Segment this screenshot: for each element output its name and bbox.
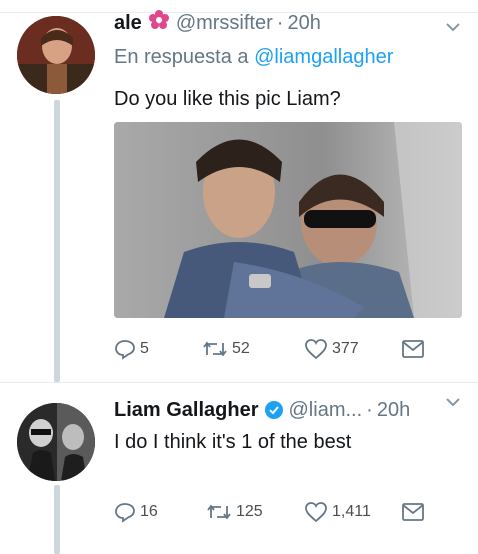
tweet-photo[interactable] <box>114 122 462 318</box>
separator-dot: · <box>366 398 373 421</box>
tweet-header: ale @mrssifter · 20h <box>114 8 464 38</box>
tweet-reply-question[interactable]: ale @mrssifter · 20h En respuesta a @lia… <box>0 10 478 382</box>
dm-envelope-icon <box>402 503 424 521</box>
avatar[interactable] <box>17 16 95 94</box>
verified-badge-icon <box>264 401 283 419</box>
heart-icon <box>305 502 327 523</box>
chevron-down-icon[interactable] <box>444 18 462 41</box>
tweet-text: I do I think it's 1 of the best <box>114 431 352 453</box>
thread-line <box>54 100 60 382</box>
flower-emoji-icon <box>148 9 170 37</box>
retweet-icon <box>207 504 231 520</box>
tweet-header: Liam Gallagher @liam... · 20h <box>114 395 464 425</box>
reply-count: 5 <box>140 340 149 357</box>
avatar[interactable] <box>17 403 95 481</box>
retweet-count: 125 <box>236 503 263 520</box>
display-name[interactable]: Liam Gallagher <box>114 399 259 422</box>
like-button[interactable]: 1,411 <box>304 499 371 525</box>
dm-button[interactable] <box>401 499 425 525</box>
chevron-down-icon[interactable] <box>444 393 462 416</box>
dm-envelope-icon <box>402 340 424 358</box>
reply-button[interactable]: 16 <box>114 499 158 525</box>
timestamp[interactable]: 20h <box>377 399 410 422</box>
tweet-liam-reply[interactable]: Liam Gallagher @liam... · 20h I do I thi… <box>0 382 478 554</box>
like-count: 1,411 <box>332 503 371 520</box>
reply-prefix: En respuesta a <box>114 46 249 68</box>
timestamp[interactable]: 20h <box>287 12 320 35</box>
reply-to-link[interactable]: @liamgallagher <box>254 46 393 68</box>
tweet-actions: 16 125 1,411 <box>114 499 444 525</box>
thread-line <box>54 485 60 554</box>
user-handle[interactable]: @mrssifter <box>176 12 273 35</box>
reply-count: 16 <box>140 503 158 520</box>
reply-icon <box>115 503 135 523</box>
reply-button[interactable]: 5 <box>114 336 149 362</box>
retweet-icon <box>203 341 227 357</box>
reply-icon <box>115 340 135 360</box>
tweet-actions: 5 52 377 <box>114 336 444 362</box>
user-handle[interactable]: @liam... <box>289 399 363 422</box>
tweet-text: Do you like this pic Liam? <box>114 88 341 110</box>
like-button[interactable]: 377 <box>304 336 359 362</box>
retweet-count: 52 <box>232 340 250 357</box>
reply-context: En respuesta a @liamgallagher <box>114 46 393 69</box>
dm-button[interactable] <box>401 336 425 362</box>
retweet-button[interactable]: 52 <box>202 336 250 362</box>
display-name[interactable]: ale <box>114 12 142 35</box>
separator-dot: · <box>276 11 284 34</box>
retweet-button[interactable]: 125 <box>206 499 263 525</box>
heart-icon <box>305 339 327 360</box>
like-count: 377 <box>332 340 359 357</box>
